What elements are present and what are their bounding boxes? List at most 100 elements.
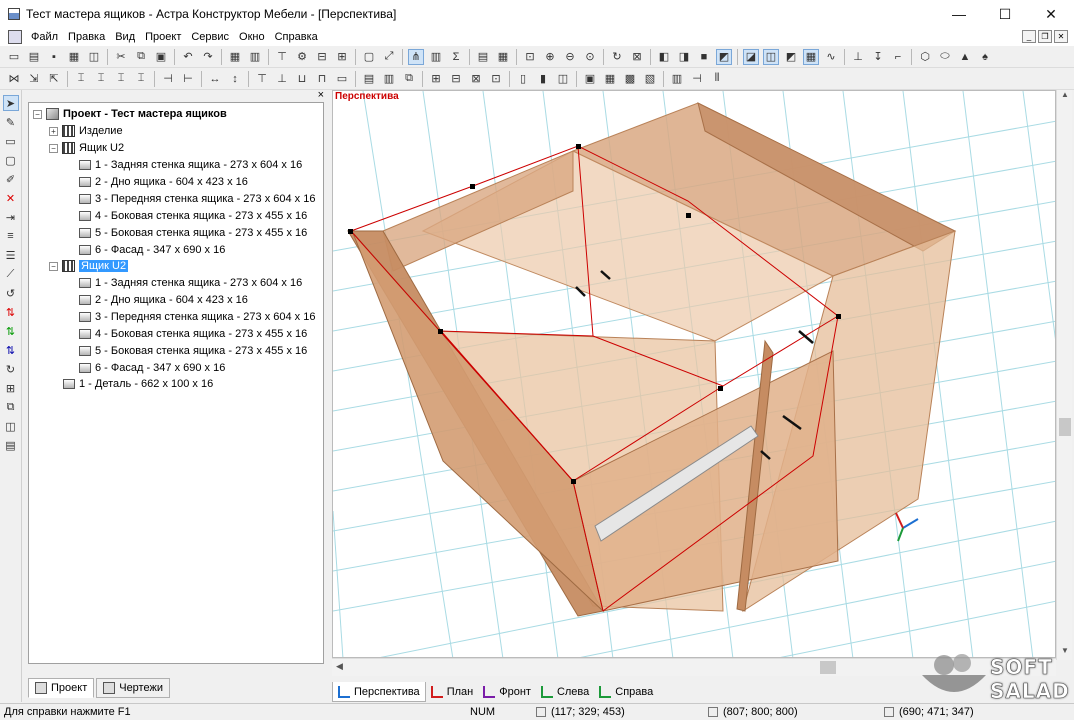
tool-c-icon[interactable]: ⇱ bbox=[46, 71, 62, 87]
mdi-minimize-icon[interactable]: _ bbox=[1022, 30, 1036, 43]
tool-s-icon[interactable]: ⧉ bbox=[401, 71, 417, 87]
corner-icon[interactable]: ⌐ bbox=[890, 49, 906, 65]
tab-project[interactable]: Проект bbox=[28, 678, 95, 698]
scroll-up-icon[interactable]: ▲ bbox=[1057, 90, 1073, 104]
render-2-icon[interactable]: ◫ bbox=[763, 48, 779, 65]
properties-icon[interactable]: ▤ bbox=[3, 437, 19, 453]
tool-m-icon[interactable]: ⊥ bbox=[274, 71, 290, 87]
tool-o-icon[interactable]: ⊓ bbox=[314, 71, 330, 87]
tool-a-icon[interactable]: ⋈ bbox=[6, 71, 22, 87]
tool-l-icon[interactable]: ⊤ bbox=[254, 71, 270, 87]
tree-node-box-2[interactable]: − Ящик U2 bbox=[49, 258, 129, 274]
tree-node-detail[interactable]: 1 - Деталь - 662 x 100 x 16 bbox=[63, 376, 213, 392]
box-icon[interactable]: ⬡ bbox=[917, 49, 933, 65]
tool-b-icon[interactable]: ⇲ bbox=[26, 71, 42, 87]
gear-icon[interactable]: ⚙ bbox=[294, 49, 310, 65]
tab-drawings[interactable]: Чертежи bbox=[96, 678, 170, 698]
tool-h-icon[interactable]: ⊣ bbox=[160, 71, 176, 87]
tool-y-icon[interactable]: ▮ bbox=[535, 71, 551, 87]
tree-root[interactable]: − Проект - Тест мастера ящиков bbox=[33, 106, 227, 122]
collapse-icon[interactable]: − bbox=[49, 143, 58, 153]
tool-ac-icon[interactable]: ▩ bbox=[622, 71, 638, 87]
tool-z-icon[interactable]: ◫ bbox=[555, 71, 571, 87]
tool-t-icon[interactable]: ⊞ bbox=[428, 71, 444, 87]
tab-perspective[interactable]: Перспектива bbox=[332, 682, 426, 702]
redo-icon[interactable]: ↷ bbox=[200, 49, 216, 65]
tool-ag-icon[interactable]: ⫴ bbox=[709, 71, 725, 87]
horizontal-scroll-thumb[interactable] bbox=[820, 661, 836, 674]
columns-icon[interactable]: ▥ bbox=[428, 49, 444, 65]
tool-ab-icon[interactable]: ▦ bbox=[602, 71, 618, 87]
tool-p-icon[interactable]: ▭ bbox=[334, 71, 350, 87]
tool-e-icon[interactable]: ⌶ bbox=[93, 71, 109, 87]
menu-edit[interactable]: Правка bbox=[63, 31, 110, 43]
calculator-icon[interactable]: ▦ bbox=[227, 49, 243, 65]
brush-icon[interactable]: ✐ bbox=[3, 171, 19, 187]
tool-d-icon[interactable]: ⌶ bbox=[73, 71, 89, 87]
menu-service[interactable]: Сервис bbox=[186, 31, 234, 43]
tool-n-icon[interactable]: ⊔ bbox=[294, 71, 310, 87]
tree-part[interactable]: 2 - Дно ящика - 604 x 423 x 16 bbox=[79, 174, 248, 190]
tool-ad-icon[interactable]: ▧ bbox=[642, 71, 658, 87]
edit-icon[interactable]: ▭ bbox=[3, 133, 19, 149]
arrow-dim-icon[interactable]: ↧ bbox=[870, 49, 886, 65]
resize-icon[interactable]: ⤢ bbox=[381, 49, 397, 65]
tool-v-icon[interactable]: ⊠ bbox=[468, 71, 484, 87]
cut-icon[interactable]: ✂ bbox=[113, 49, 129, 65]
render-3-icon[interactable]: ◩ bbox=[783, 49, 799, 65]
grid-icon[interactable]: ▦ bbox=[495, 49, 511, 65]
mirror-blue-icon[interactable]: ⇅ bbox=[3, 342, 19, 358]
zoom-out-icon[interactable]: ⊖ bbox=[562, 49, 578, 65]
rotate-right-icon[interactable]: ↻ bbox=[3, 361, 19, 377]
tree-part[interactable]: 1 - Задняя стенка ящика - 273 x 604 x 16 bbox=[79, 157, 302, 173]
save-icon[interactable]: ▪ bbox=[46, 49, 62, 65]
minimize-button[interactable]: — bbox=[936, 0, 982, 28]
tool-ae-icon[interactable]: ▥ bbox=[669, 71, 685, 87]
tab-left[interactable]: Слева bbox=[536, 682, 594, 702]
delete-cross-icon[interactable]: ✕ bbox=[3, 190, 19, 206]
zoom-in-icon[interactable]: ⊕ bbox=[542, 49, 558, 65]
tree-part[interactable]: 3 - Передняя стенка ящика - 273 x 604 x … bbox=[79, 309, 315, 325]
undo-icon[interactable]: ↶ bbox=[180, 49, 196, 65]
tree-node-box-1[interactable]: − Ящик U2 bbox=[49, 140, 124, 156]
ungroup-icon[interactable]: ⧉ bbox=[3, 399, 19, 415]
tool-u-icon[interactable]: ⊟ bbox=[448, 71, 464, 87]
view-cube-4-icon[interactable]: ◩ bbox=[716, 48, 732, 65]
view-cube-1-icon[interactable]: ◧ bbox=[656, 49, 672, 65]
tree-part[interactable]: 5 - Боковая стенка ящика - 273 x 455 x 1… bbox=[79, 225, 307, 241]
tool-g-icon[interactable]: ⌶ bbox=[133, 71, 149, 87]
frame-icon[interactable]: ▢ bbox=[361, 49, 377, 65]
tab-right[interactable]: Справа bbox=[594, 682, 658, 702]
tool-k-icon[interactable]: ↕ bbox=[227, 71, 243, 87]
tool-r-icon[interactable]: ▥ bbox=[381, 71, 397, 87]
close-button[interactable]: ✕ bbox=[1028, 0, 1074, 28]
new-file-icon[interactable]: ▭ bbox=[6, 49, 22, 65]
align-bottom-icon[interactable]: ☰ bbox=[3, 247, 19, 263]
sigma-icon[interactable]: Σ bbox=[448, 49, 464, 65]
view-cube-2-icon[interactable]: ◨ bbox=[676, 49, 692, 65]
tool-j-icon[interactable]: ↔ bbox=[207, 71, 223, 87]
figure-icon[interactable]: ♠ bbox=[977, 49, 993, 65]
rotate-left-icon[interactable]: ↺ bbox=[3, 285, 19, 301]
mirror-green-icon[interactable]: ⇅ bbox=[3, 323, 19, 339]
tool-af-icon[interactable]: ⊣ bbox=[689, 71, 705, 87]
panel-icon[interactable]: ▤ bbox=[475, 49, 491, 65]
render-4-icon[interactable]: ▦ bbox=[803, 48, 819, 65]
pointer-icon[interactable]: ➤ bbox=[2, 95, 19, 111]
mdi-restore-icon[interactable]: ❐ bbox=[1038, 30, 1052, 43]
tree-part[interactable]: 4 - Боковая стенка ящика - 273 x 455 x 1… bbox=[79, 208, 307, 224]
expand-icon[interactable]: + bbox=[49, 126, 58, 136]
menu-view[interactable]: Вид bbox=[110, 31, 140, 43]
pencil-icon[interactable]: ✎ bbox=[3, 114, 19, 130]
tab-plan[interactable]: План bbox=[426, 682, 479, 702]
tool-f-icon[interactable]: ⌶ bbox=[113, 71, 129, 87]
collapse-icon[interactable]: − bbox=[33, 109, 42, 119]
tool-i-icon[interactable]: ⊢ bbox=[180, 71, 196, 87]
copy-icon[interactable]: ⧉ bbox=[133, 49, 149, 65]
curve-icon[interactable]: ∿ bbox=[823, 49, 839, 65]
document-icon[interactable] bbox=[8, 30, 22, 44]
tree-part[interactable]: 6 - Фасад - 347 x 690 x 16 bbox=[79, 242, 225, 258]
tree-part[interactable]: 3 - Передняя стенка ящика - 273 x 604 x … bbox=[79, 191, 315, 207]
tree-part[interactable]: 6 - Фасад - 347 x 690 x 16 bbox=[79, 360, 225, 376]
print-preview-icon[interactable]: ◫ bbox=[86, 49, 102, 65]
